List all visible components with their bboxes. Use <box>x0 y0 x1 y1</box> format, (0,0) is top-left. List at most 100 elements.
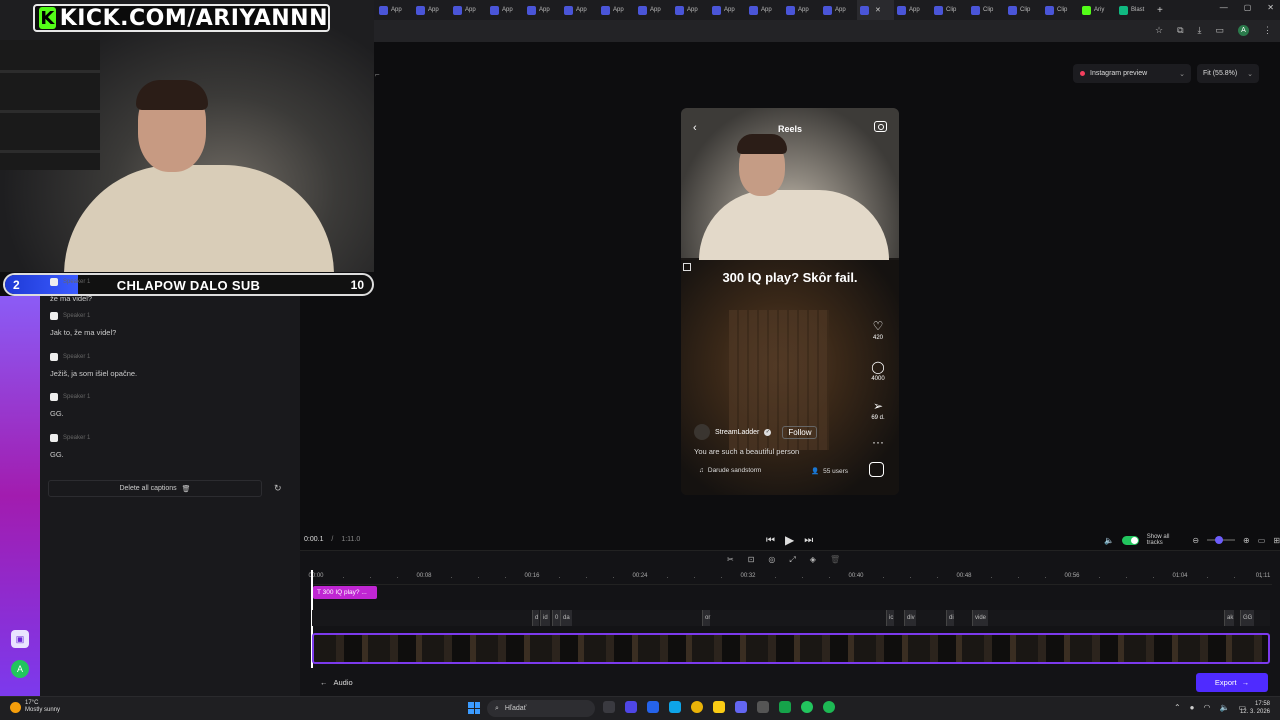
caption-segment[interactable]: GG <box>1240 610 1254 626</box>
zoom-out-icon[interactable]: ⊖ <box>1192 536 1199 545</box>
browser-menu-icon[interactable]: ⋮ <box>1263 25 1272 36</box>
maximize-icon[interactable]: ▢ <box>1244 3 1252 12</box>
browser-tab[interactable]: App <box>672 0 709 20</box>
browser-tab[interactable]: Blast <box>1116 0 1153 20</box>
browser-tab[interactable]: Clip <box>931 0 968 20</box>
download-icon[interactable]: ⤓ <box>1198 25 1202 36</box>
caption-segment[interactable]: id <box>540 610 550 626</box>
zoom-slider-knob[interactable] <box>1215 536 1224 544</box>
subtitles-icon[interactable]: ▭ <box>1258 536 1266 545</box>
audio-wave-icon[interactable]: ◈ <box>810 555 816 565</box>
caption-text[interactable]: že ma videl? <box>50 294 92 303</box>
caption-checkbox[interactable] <box>50 393 58 401</box>
collapse-panel-icon[interactable]: ⌐ <box>375 70 380 79</box>
browser-tab[interactable]: Ariy <box>1079 0 1116 20</box>
browser-tab[interactable]: App <box>820 0 857 20</box>
browser-tab[interactable]: ✕ <box>857 0 894 20</box>
extensions-icon[interactable]: ⧉ <box>1177 25 1183 36</box>
show-all-tracks-toggle[interactable] <box>1121 535 1139 545</box>
spotify-icon[interactable] <box>823 701 835 713</box>
chrome-icon[interactable] <box>691 701 703 713</box>
excel-icon[interactable] <box>779 701 791 713</box>
browser-tab[interactable]: Clip <box>1005 0 1042 20</box>
video-track-clip[interactable] <box>312 633 1270 664</box>
taskbar-search[interactable]: ⌕ Hľadať <box>487 700 595 717</box>
fullscreen-icon[interactable]: ⤢ <box>789 555 795 565</box>
caption-checkbox[interactable] <box>50 278 58 286</box>
caption-checkbox[interactable] <box>50 353 58 361</box>
export-button[interactable]: Export → <box>1196 673 1268 692</box>
copilot-icon[interactable] <box>625 701 637 713</box>
delete-icon[interactable]: 🗑 <box>830 555 840 565</box>
browser-tab[interactable]: App <box>450 0 487 20</box>
zoom-in-icon[interactable]: ⊕ <box>1243 536 1250 545</box>
caption-item[interactable]: Speaker 1 GG. <box>50 434 90 459</box>
browser-tab[interactable]: App <box>561 0 598 20</box>
reels-phone-preview[interactable]: ‹ Reels 300 IQ play? Skôr fail. ♡ 420 ◯ … <box>681 108 899 495</box>
caption-segment[interactable]: d <box>532 610 539 626</box>
zoom-slider[interactable] <box>1207 536 1236 544</box>
caption-item[interactable]: Speaker 1 Jak to, že ma videl? <box>50 312 116 337</box>
caption-text[interactable]: Ježiš, ja som išiel opačne. <box>50 369 137 378</box>
caption-checkbox[interactable] <box>50 434 58 442</box>
layout-icon[interactable]: ⊞ <box>1273 536 1280 545</box>
caption-segment[interactable]: vide <box>972 610 988 626</box>
text-overlay-clip[interactable]: T 300 IQ play? ... <box>313 586 377 599</box>
caption-segment[interactable]: or <box>702 610 710 626</box>
caption-text[interactable]: GG. <box>50 409 90 418</box>
browser-tab[interactable]: App <box>598 0 635 20</box>
mail-icon[interactable] <box>647 701 659 713</box>
browser-tab[interactable]: App <box>376 0 413 20</box>
browser-tab[interactable]: App <box>783 0 820 20</box>
timeline-ruler[interactable]: 00:00 00:08 00:16 00:24 00:32 00:40 00:48 00:56… <box>308 571 1272 585</box>
delete-all-captions-button[interactable]: Delete all captions 🗑 <box>48 480 262 497</box>
caption-item[interactable]: Speaker 1 že ma videl? <box>50 278 92 303</box>
star-bookmark-icon[interactable]: ☆ <box>1155 25 1163 36</box>
caption-segment[interactable]: ic <box>886 610 894 626</box>
caption-text[interactable]: GG. <box>50 450 90 459</box>
system-clock[interactable]: 17:58 12. 3. 2026 <box>1240 700 1270 716</box>
xbox-icon[interactable] <box>801 701 813 713</box>
browser-tab[interactable]: App <box>487 0 524 20</box>
skip-back-icon[interactable]: ⏮ <box>766 535 775 546</box>
wifi-icon[interactable]: ◠ <box>1203 703 1210 712</box>
new-tab-icon[interactable]: + <box>1157 5 1163 16</box>
windows-start-icon[interactable] <box>468 702 480 714</box>
user-avatar[interactable]: A <box>11 660 29 678</box>
platform-preview-select[interactable]: Instagram preview ⌄ <box>1073 64 1191 83</box>
caption-segment[interactable]: ak <box>1224 610 1234 626</box>
overlay-caption-text[interactable]: 300 IQ play? Skôr fail. <box>681 270 899 285</box>
caption-segment[interactable]: div <box>904 610 916 626</box>
skip-forward-icon[interactable]: ⏭ <box>804 535 813 546</box>
effect-icon[interactable]: ◎ <box>768 555 775 565</box>
audio-button[interactable]: ← Audio <box>320 678 353 687</box>
task-view-icon[interactable] <box>603 701 615 713</box>
browser-tab[interactable]: App <box>635 0 672 20</box>
weather-widget[interactable]: 17°C Mostly sunny <box>10 700 60 714</box>
caption-text[interactable]: Jak to, že ma videl? <box>50 328 116 337</box>
chevron-up-icon[interactable]: ⌃ <box>1174 703 1181 712</box>
browser-tab[interactable]: App <box>413 0 450 20</box>
caption-item[interactable]: Speaker 1 GG. <box>50 393 90 418</box>
caption-segment[interactable]: 0 <box>552 610 560 626</box>
play-icon[interactable]: ▶ <box>785 533 794 547</box>
browser-tab[interactable]: App <box>746 0 783 20</box>
volume-icon[interactable]: 🔈 <box>1104 536 1114 545</box>
discord-icon[interactable] <box>735 701 747 713</box>
caption-item[interactable]: Speaker 1 Ježiš, ja som išiel opačne. <box>50 353 137 378</box>
cast-icon[interactable]: ▭ <box>1215 25 1224 36</box>
reset-captions-icon[interactable]: ↻ <box>274 483 282 494</box>
close-window-icon[interactable]: ✕ <box>1267 3 1274 12</box>
caption-checkbox[interactable] <box>50 312 58 320</box>
volume-tray-icon[interactable]: 🔈 <box>1219 703 1229 712</box>
caption-segment[interactable]: da <box>560 610 572 626</box>
browser-tab[interactable]: App <box>524 0 561 20</box>
split-scissors-icon[interactable]: ✂ <box>727 555 734 565</box>
file-explorer-icon[interactable] <box>713 701 725 713</box>
minimize-icon[interactable]: — <box>1220 3 1228 12</box>
zoom-fit-select[interactable]: Fit (55.8%) ⌄ <box>1197 64 1259 83</box>
browser-tab[interactable]: Clip <box>1042 0 1079 20</box>
tray-app-icon[interactable]: ● <box>1190 703 1195 712</box>
add-segment-icon[interactable]: ⊡ <box>748 555 755 565</box>
calculator-icon[interactable] <box>757 701 769 713</box>
